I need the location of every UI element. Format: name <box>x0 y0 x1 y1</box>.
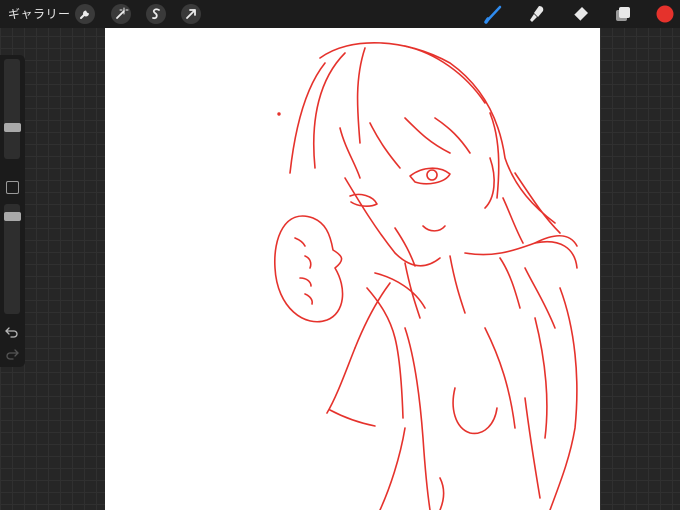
opacity-handle[interactable] <box>4 212 21 221</box>
modify-square-button[interactable] <box>6 181 19 194</box>
top-toolbar: ギャラリー <box>0 0 680 28</box>
brush-size-handle[interactable] <box>4 123 21 132</box>
eraser-icon[interactable] <box>569 3 591 25</box>
redo-icon[interactable] <box>4 347 20 361</box>
opacity-slider[interactable] <box>4 204 21 314</box>
gallery-button[interactable]: ギャラリー <box>8 5 71 23</box>
brush-sidebar <box>0 55 25 367</box>
transform-arrow-icon[interactable] <box>180 3 202 25</box>
selection-s-icon[interactable] <box>145 3 167 25</box>
drawing-canvas[interactable] <box>105 28 600 510</box>
brush-icon[interactable] <box>482 3 504 25</box>
layers-icon[interactable] <box>612 3 634 25</box>
undo-icon[interactable] <box>4 325 20 339</box>
magic-wand-icon[interactable] <box>110 3 132 25</box>
wrench-icon[interactable] <box>74 3 96 25</box>
brush-size-slider[interactable] <box>4 59 21 159</box>
color-swatch-icon[interactable] <box>654 3 676 25</box>
sketch-drawing <box>274 42 578 510</box>
smudge-icon[interactable] <box>526 3 548 25</box>
